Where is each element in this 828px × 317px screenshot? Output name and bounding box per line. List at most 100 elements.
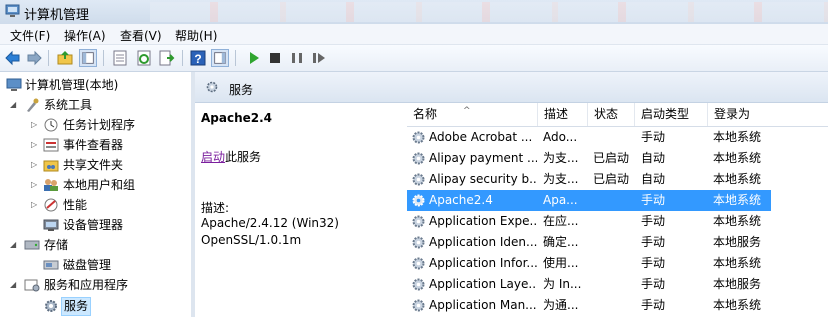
cell-name: Application Laye... — [429, 277, 537, 291]
table-row-selected[interactable]: Apache2.4 Apa... 手动 本地系统 — [407, 190, 771, 211]
cell-name: Adobe Acrobat ... — [429, 130, 533, 144]
export-list-icon[interactable] — [158, 49, 176, 67]
cell-logon: 本地服务 — [713, 277, 762, 291]
menu-action[interactable]: 操作(A) — [64, 27, 106, 44]
show-hide-tree-icon[interactable] — [79, 49, 97, 67]
services-apps-icon — [24, 279, 40, 292]
table-row[interactable]: Application Man... 为通... 手动 本地系统 — [407, 295, 828, 316]
tree-label: 事件查看器 — [63, 138, 124, 152]
sort-ascending-icon: ^ — [463, 106, 471, 116]
menu-help[interactable]: 帮助(H) — [175, 27, 217, 44]
expand-arrow-icon[interactable]: ▷ — [31, 175, 41, 195]
computer-icon — [6, 78, 22, 91]
resume-icon[interactable] — [310, 49, 328, 67]
computer-management-icon — [5, 4, 20, 17]
cell-status — [593, 295, 635, 316]
column-header-name[interactable]: 名称 ^ — [407, 103, 538, 126]
clock-icon — [44, 118, 58, 132]
cell-startup-type: 自动 — [641, 151, 666, 165]
up-folder-icon[interactable] — [56, 49, 74, 67]
table-row[interactable]: Alipay payment ... 为支... 已启动 自动 本地系统 — [407, 148, 828, 169]
tree-label: 计算机管理(本地) — [25, 78, 119, 92]
cell-status — [593, 274, 635, 295]
shared-folder-icon — [43, 160, 59, 172]
expand-arrow-icon[interactable]: ▷ — [31, 195, 41, 215]
cell-startup-type: 手动 — [641, 298, 666, 312]
tree-label: 性能 — [63, 198, 88, 212]
back-arrow-icon[interactable] — [4, 49, 22, 67]
search-gear-icon — [206, 81, 218, 93]
play-icon[interactable] — [245, 49, 263, 67]
cell-logon: 本地系统 — [713, 172, 762, 186]
cell-logon: 本地服务 — [713, 235, 762, 249]
cell-logon: 本地系统 — [713, 256, 762, 270]
disk-icon — [43, 260, 59, 270]
expand-arrow-icon[interactable]: ▷ — [31, 135, 41, 155]
pause-icon[interactable] — [288, 49, 306, 67]
cell-logon: 本地系统 — [713, 151, 762, 165]
menu-file[interactable]: 文件(F) — [10, 27, 50, 44]
cell-name: Application Iden... — [429, 235, 537, 249]
performance-icon — [44, 198, 58, 212]
table-row[interactable]: Adobe Acrobat ... Ado... 手动 本地系统 — [407, 127, 828, 148]
table-row[interactable]: Application Iden... 确定... 手动 本地服务 — [407, 232, 828, 253]
cell-description: 使用... — [543, 256, 579, 270]
column-header-status[interactable]: 状态 — [588, 103, 635, 126]
cell-logon: 本地系统 — [713, 214, 762, 228]
cell-name: Application Man... — [429, 298, 537, 312]
table-row[interactable]: Application Expe... 在应... 手动 本地系统 — [407, 211, 828, 232]
cell-name: Application Infor... — [429, 256, 537, 270]
services-header: 服务 — [195, 72, 828, 103]
toolbar: ? — [0, 45, 828, 72]
forward-arrow-icon[interactable] — [25, 49, 43, 67]
table-row[interactable]: Alipay security b... 为支... 已启动 自动 本地系统 — [407, 169, 828, 190]
menu-view[interactable]: 查看(V) — [120, 27, 162, 44]
cell-description: Apa... — [543, 193, 578, 207]
stop-icon[interactable] — [266, 49, 284, 67]
title-bar: 计算机管理 — [0, 0, 828, 25]
service-gear-icon — [412, 257, 425, 270]
cell-name: Alipay payment ... — [429, 151, 537, 165]
cell-logon: 本地系统 — [713, 193, 762, 207]
column-header-logon[interactable]: 登录为 — [708, 103, 828, 126]
show-hide-action-pane-icon[interactable] — [211, 49, 229, 67]
column-header-startup-type[interactable]: 启动类型 — [635, 103, 708, 126]
description-line: Apache/2.4.12 (Win32) — [201, 216, 339, 230]
table-row[interactable]: Application Laye... 为 In... 手动 本地服务 — [407, 274, 828, 295]
service-gear-icon — [412, 173, 425, 186]
cell-status — [593, 253, 635, 274]
toolbar-separator — [103, 50, 104, 66]
expand-arrow-icon[interactable]: ◢ — [10, 95, 20, 115]
column-label: 描述 — [544, 107, 569, 121]
cell-status: 已启动 — [593, 172, 630, 186]
cell-startup-type: 手动 — [641, 235, 666, 249]
services-table: 名称 ^ 描述 状态 启动类型 登录为 Adobe Acrobat ... Ad… — [407, 103, 828, 317]
table-row[interactable]: Application Infor... 使用... 手动 本地系统 — [407, 253, 828, 274]
start-service-text: 启动此服务 — [201, 148, 261, 165]
properties-icon[interactable] — [111, 49, 129, 67]
cell-name: Apache2.4 — [429, 193, 493, 207]
tree-label: 存储 — [44, 238, 69, 252]
help-icon[interactable]: ? — [189, 49, 207, 67]
tree-label: 系统工具 — [44, 98, 93, 112]
cell-status — [593, 190, 635, 211]
navigation-tree: 计算机管理(本地) ◢ 系统工具 ▷ 任务计划程序 ▷ 事件查看器 ▷ 共享文件… — [0, 72, 192, 317]
cell-startup-type: 手动 — [641, 277, 666, 291]
expand-arrow-icon[interactable]: ▷ — [31, 155, 41, 175]
start-service-link[interactable]: 启动 — [201, 150, 225, 164]
expand-arrow-icon[interactable]: ◢ — [10, 235, 20, 255]
cell-description: 在应... — [543, 214, 579, 228]
expand-arrow-icon[interactable]: ◢ — [10, 275, 20, 295]
expand-arrow-icon[interactable]: ▷ — [31, 115, 41, 135]
tree-label: 服务和应用程序 — [44, 278, 129, 292]
cell-startup-type: 手动 — [641, 130, 666, 144]
menu-bar: 文件(F) 操作(A) 查看(V) 帮助(H) — [0, 24, 828, 45]
refresh-icon[interactable] — [135, 49, 153, 67]
cell-description: 为 In... — [543, 277, 582, 291]
column-header-description[interactable]: 描述 — [538, 103, 588, 126]
description-line: OpenSSL/1.0.1m — [201, 233, 302, 247]
cell-description: 为支... — [543, 151, 579, 165]
cell-startup-type: 手动 — [641, 193, 666, 207]
service-gear-icon — [412, 236, 425, 249]
cell-startup-type: 手动 — [641, 256, 666, 270]
